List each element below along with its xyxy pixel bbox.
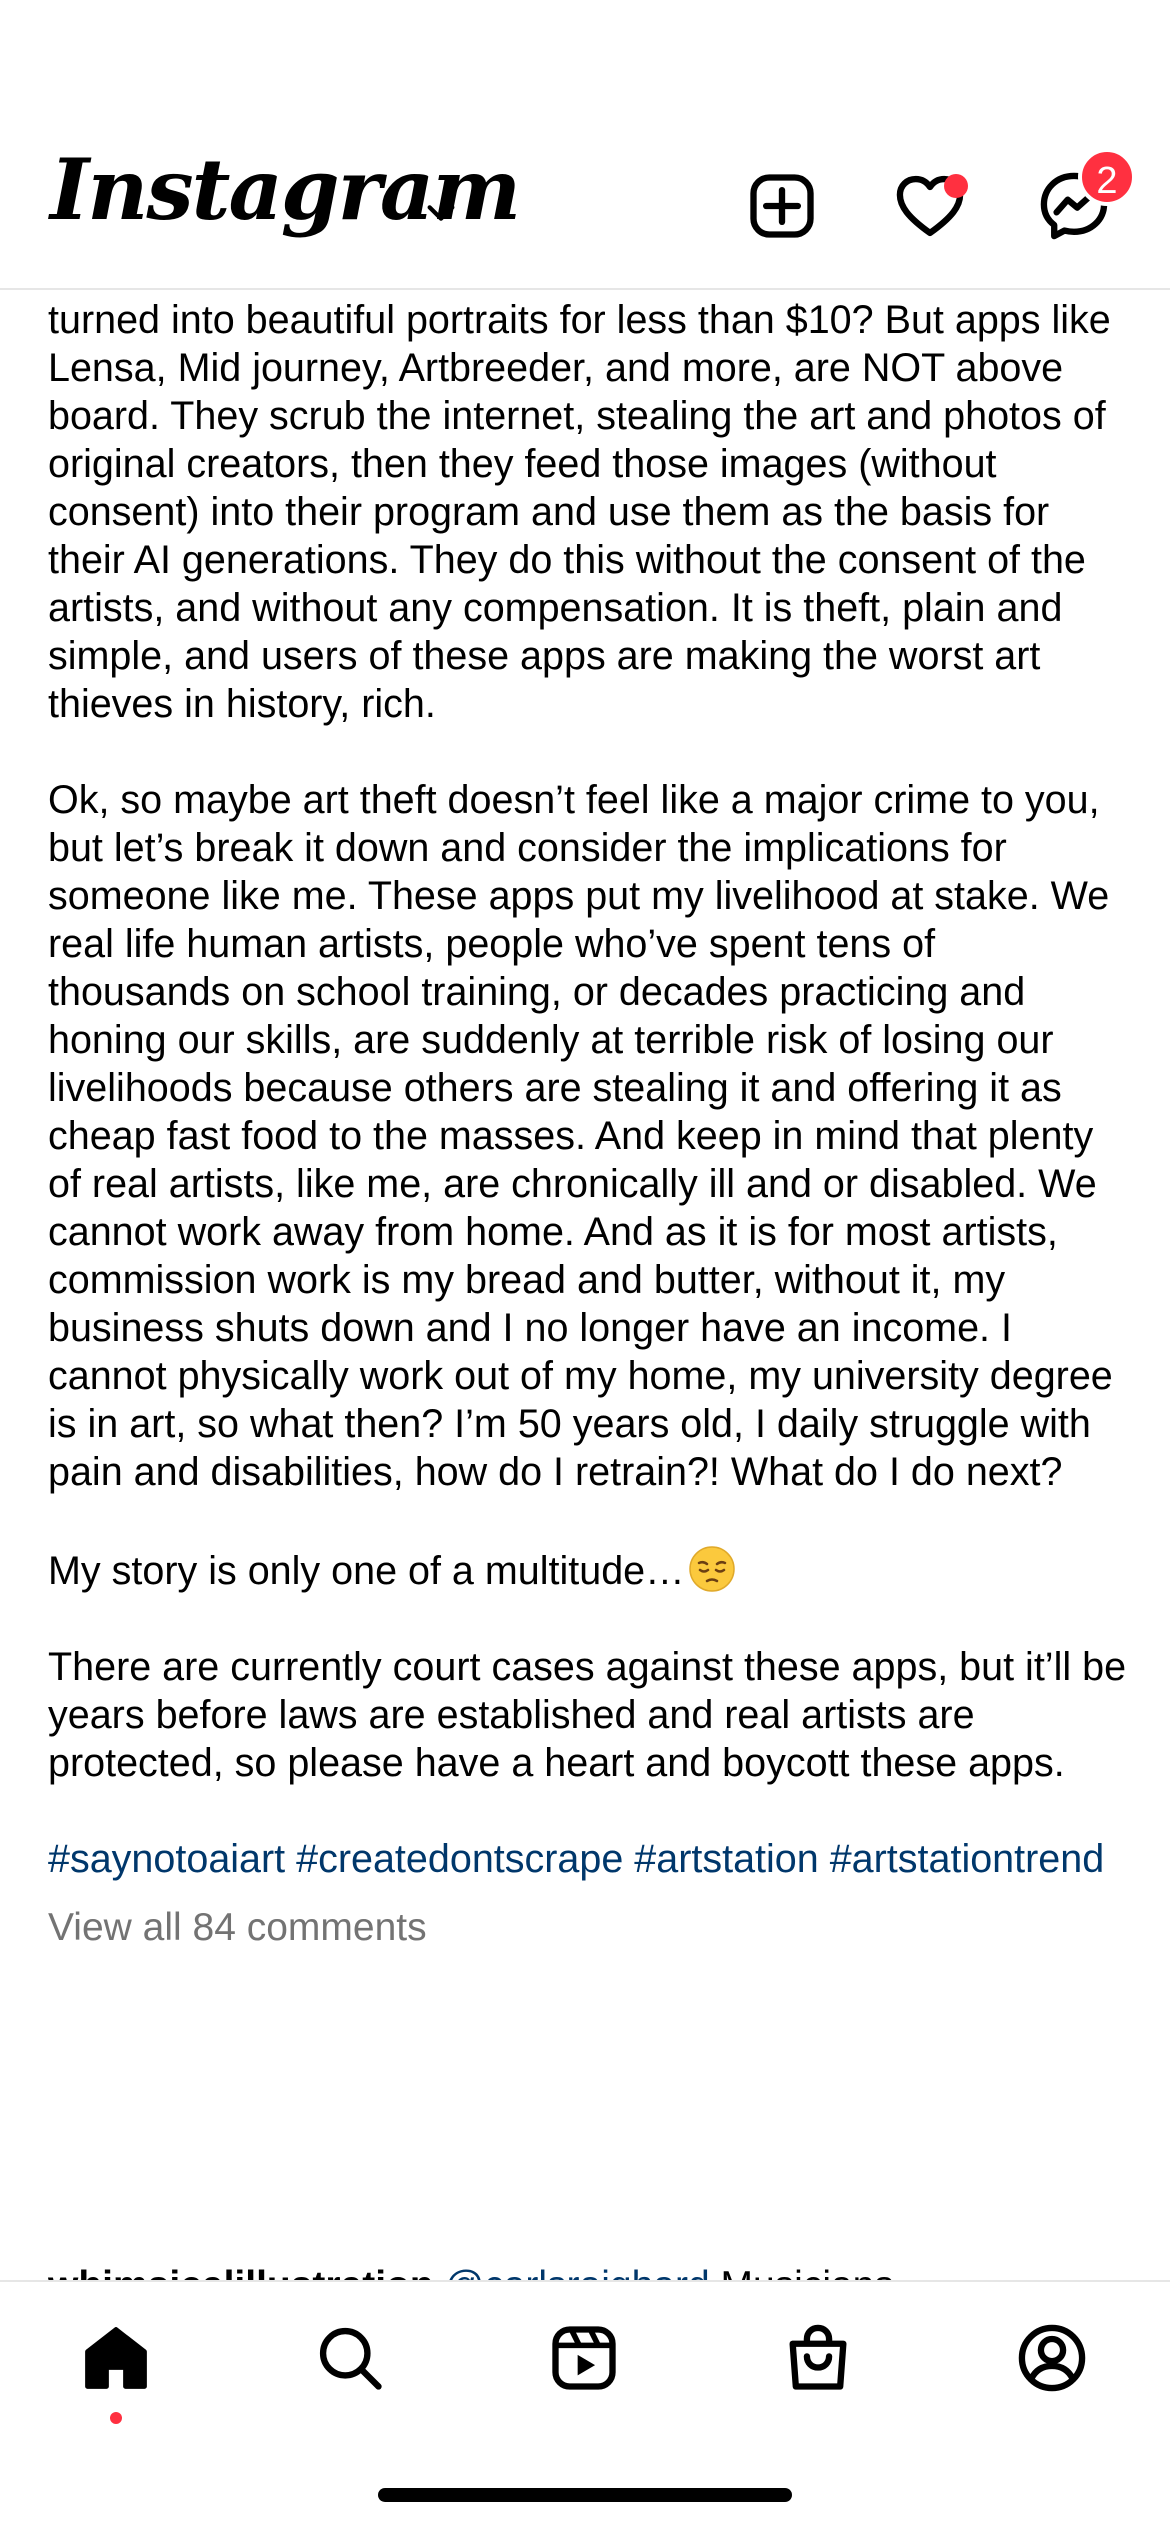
caption-paragraph: My story is only one of a multitude… xyxy=(48,1544,1128,1595)
caption-paragraph: Ok, so maybe art theft doesn’t feel like… xyxy=(48,778,1113,1494)
view-all-comments-link[interactable]: View all 84 comments xyxy=(48,1903,1128,1953)
post-caption: turned into beautiful portraits for less… xyxy=(48,296,1128,1953)
caption-text: My story is only one of a multitude… xyxy=(48,1549,685,1593)
home-active-dot xyxy=(110,2412,122,2424)
profile-icon[interactable] xyxy=(1014,2320,1090,2396)
chevron-down-icon[interactable] xyxy=(424,196,458,230)
comment-preview[interactable]: whimsicalillustration @carlsraighard Mus… xyxy=(48,2262,1128,2282)
search-icon[interactable] xyxy=(312,2320,388,2396)
home-icon[interactable] xyxy=(78,2320,154,2396)
pensive-face-icon xyxy=(688,1546,735,1592)
new-post-icon[interactable] xyxy=(744,168,820,244)
top-header: Instagram 2 xyxy=(0,0,1170,290)
messages-badge: 2 xyxy=(1078,148,1136,206)
hashtags[interactable]: #saynotoaiart #createdontscrape #artstat… xyxy=(48,1835,1128,1883)
caption-paragraph: There are currently court cases against … xyxy=(48,1645,1127,1785)
shop-icon[interactable] xyxy=(780,2320,856,2396)
caption-paragraph: turned into beautiful portraits for less… xyxy=(48,298,1111,726)
reels-icon[interactable] xyxy=(546,2320,622,2396)
home-indicator[interactable] xyxy=(378,2488,792,2502)
notification-dot xyxy=(944,174,968,198)
